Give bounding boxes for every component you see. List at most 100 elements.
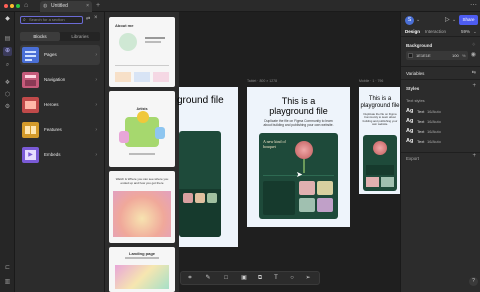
search-placeholder: Search for a section — [29, 17, 65, 22]
section-search-input[interactable]: ⌕ Search for a section — [20, 16, 83, 24]
text-tool-icon[interactable]: T — [271, 272, 281, 284]
category-features[interactable]: Features › — [20, 120, 100, 140]
template-gradient[interactable]: Watch & Where you can see where you ende… — [109, 171, 175, 243]
left-rail: ◆ ▤ ⊕ ⌕ ❖ ⬡ ⚙ ⊏ ▥ — [0, 12, 15, 292]
variables-icon[interactable]: ⇆ — [472, 70, 476, 76]
bottom-toolbar: ⌗ ✎ □ ▣ ⧉ T ○ ➢ — [180, 271, 320, 285]
text-style-name: Text — [417, 139, 425, 144]
text-style-meta: 16/Auto — [427, 139, 441, 144]
globe-icon: ◍ — [43, 3, 48, 9]
pages-thumbnail — [22, 47, 39, 63]
add-export-icon[interactable]: + — [472, 153, 476, 159]
template-list: About me Artists Watch & Where you can s… — [105, 12, 179, 292]
home-icon[interactable]: ⌂ — [24, 0, 28, 12]
gradient-image — [115, 265, 169, 289]
category-heroes[interactable]: Heroes › — [20, 95, 100, 115]
help-button[interactable]: ? — [469, 277, 478, 286]
chevron-right-icon: › — [95, 152, 97, 158]
comment-tool-icon[interactable]: ○ — [287, 272, 297, 284]
tab-blocks[interactable]: Blocks — [20, 32, 60, 41]
frame-desktop[interactable]: ground file — [177, 87, 238, 247]
template-text: Watch & Where you can see where you ende… — [115, 177, 169, 185]
text-style-item[interactable]: Ag Text 16/Auto — [406, 118, 476, 126]
zoom-level[interactable]: 59% — [461, 29, 470, 34]
maximize-window-icon[interactable] — [16, 4, 20, 8]
comments-icon[interactable]: ⊏ — [3, 264, 12, 273]
insert-icon[interactable]: ⊕ — [3, 47, 12, 56]
styles-label: Styles — [406, 86, 420, 91]
search-icon[interactable]: ⌕ — [3, 61, 12, 70]
hero-title-line2: playground file — [269, 106, 328, 116]
text-style-name: Text — [417, 129, 425, 134]
chevron-right-icon: › — [95, 52, 97, 58]
card-title: A new kind of bouquet — [263, 139, 286, 149]
frame-mobile-label[interactable]: Mobile · 1 · 796 — [359, 79, 383, 83]
avatar[interactable]: S — [405, 16, 414, 25]
template-about-me[interactable]: About me — [109, 17, 175, 87]
component-tool-icon[interactable]: ⧉ — [255, 272, 265, 284]
more-icon[interactable]: ⋯ — [470, 0, 477, 12]
visibility-icon[interactable]: ◉ — [471, 51, 476, 58]
shape-tool-icon[interactable]: □ — [221, 272, 231, 284]
components-icon[interactable]: ⬡ — [3, 91, 12, 100]
text-style-item[interactable]: Ag Text 16/Auto — [406, 108, 476, 116]
minimize-window-icon[interactable] — [10, 4, 14, 8]
add-tab-icon[interactable]: + — [96, 0, 100, 12]
close-tab-icon[interactable]: × — [86, 1, 89, 12]
layers-icon[interactable]: ▤ — [3, 35, 12, 44]
panel-tabs: Blocks Libraries — [20, 32, 100, 41]
chevron-down-icon[interactable]: ⌄ — [473, 29, 477, 35]
background-color-field[interactable]: 1E1E1E 100 % — [406, 51, 468, 60]
navigation-thumbnail — [22, 72, 39, 88]
chevron-down-icon[interactable]: ⌄ — [452, 17, 456, 23]
chevron-right-icon: › — [95, 127, 97, 133]
text-style-sample: Ag — [406, 118, 414, 124]
add-style-icon[interactable]: + — [472, 83, 476, 89]
variables-label: Variables — [406, 71, 425, 76]
opacity-value[interactable]: 100 — [452, 51, 459, 60]
color-swatch[interactable] — [408, 53, 413, 58]
template-artists[interactable]: Artists — [109, 91, 175, 167]
text-style-item[interactable]: Ag Text 16/Auto — [406, 128, 476, 136]
percent-sign: % — [462, 53, 466, 58]
close-panel-icon[interactable]: × — [94, 15, 98, 21]
heroes-thumbnail — [22, 97, 39, 113]
text-style-sample: Ag — [406, 108, 414, 114]
play-icon[interactable]: ▷ — [445, 16, 450, 23]
file-tab[interactable]: ◍ Untitled × — [40, 1, 92, 12]
template-landing-page[interactable]: Landing page — [109, 247, 175, 292]
canvas[interactable]: ground file Tablet · 800 × 1278 This is … — [177, 12, 401, 292]
hero-title: ground file — [177, 95, 224, 106]
category-pages[interactable]: Pages › — [20, 45, 100, 65]
main-menu-icon[interactable]: ◆ — [3, 15, 12, 24]
frame-tablet[interactable]: This is a playground file Duplicate the … — [247, 87, 350, 227]
send-icon[interactable]: ➢ — [303, 272, 313, 284]
chevron-right-icon: › — [95, 77, 97, 83]
frame-mobile[interactable]: This is a playground file Duplicate the … — [359, 87, 401, 194]
share-button[interactable]: Share — [459, 15, 478, 25]
text-style-item[interactable]: Ag Text 16/Auto — [406, 138, 476, 146]
image-tool-icon[interactable]: ▣ — [239, 272, 249, 284]
color-hex[interactable]: 1E1E1E — [416, 51, 431, 60]
sidebar-toggle-icon[interactable]: ▥ — [3, 278, 12, 287]
mobile-title-line2: playground file — [360, 103, 400, 109]
category-label: Features — [44, 127, 62, 132]
assets-icon[interactable]: ❖ — [3, 79, 12, 88]
filter-icon[interactable]: ⇄ — [86, 16, 90, 22]
frame-tool-icon[interactable]: ⌗ — [185, 272, 195, 284]
category-embeds[interactable]: ▶ Embeds › — [20, 145, 100, 165]
tab-libraries[interactable]: Libraries — [60, 32, 100, 41]
close-window-icon[interactable] — [4, 4, 8, 8]
chevron-down-icon[interactable]: ⌄ — [416, 17, 420, 23]
settings-icon[interactable]: ⚙ — [3, 103, 12, 112]
divider — [401, 36, 480, 37]
tab-interaction[interactable]: Interaction — [425, 29, 446, 34]
text-styles-label: Text styles — [406, 98, 425, 103]
styles-icon[interactable]: ⁘ — [472, 42, 476, 48]
frame-tablet-label[interactable]: Tablet · 800 × 1278 — [247, 79, 277, 83]
category-navigation[interactable]: Navigation › — [20, 70, 100, 90]
pen-tool-icon[interactable]: ✎ — [203, 272, 213, 284]
category-label: Pages — [44, 52, 57, 57]
tab-design[interactable]: Design — [405, 29, 420, 34]
chevron-right-icon: › — [95, 102, 97, 108]
